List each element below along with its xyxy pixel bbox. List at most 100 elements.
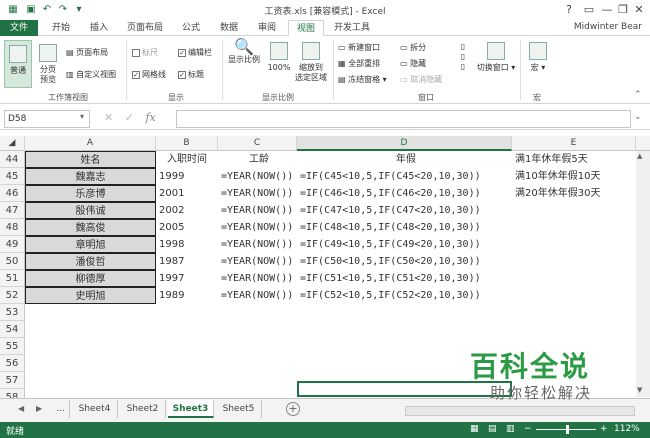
cell-b[interactable]: 1999 — [156, 168, 218, 185]
cell-a[interactable]: 章明旭 — [25, 236, 156, 253]
cell-d[interactable]: =IF(C52<10,5,IF(C52<20,10,30)) — [297, 287, 512, 304]
close-button[interactable]: ✕ — [630, 2, 648, 17]
row-header[interactable]: 50 — [0, 253, 25, 270]
arrange-all-button[interactable]: ▦ 全部重排 — [338, 58, 380, 69]
tab-insert[interactable]: 插入 — [82, 20, 116, 36]
cell-b[interactable]: 2001 — [156, 185, 218, 202]
formula-bar-checkbox[interactable]: ✓ 编辑栏 — [178, 47, 212, 58]
page-layout-view-button[interactable]: ▤ 页面布局 — [66, 47, 108, 58]
tab-data[interactable]: 数据 — [212, 20, 246, 36]
name-box-dropdown-icon[interactable]: ▾ — [80, 112, 84, 121]
cell-e[interactable]: 满1年休年假5天 — [512, 151, 636, 168]
cell-a[interactable] — [25, 338, 156, 355]
cell-b[interactable]: 1998 — [156, 236, 218, 253]
next-sheet-icon[interactable]: ▶ — [36, 404, 42, 413]
ruler-checkbox[interactable]: 标尺 — [132, 47, 158, 58]
page-layout-status-icon[interactable]: ▤ — [488, 424, 497, 434]
column-header-e[interactable]: E — [512, 136, 636, 151]
cell-b[interactable] — [156, 304, 218, 321]
cell-a[interactable] — [25, 321, 156, 338]
cell-d[interactable] — [297, 304, 512, 321]
cell-c[interactable]: =YEAR(NOW()) — [218, 270, 297, 287]
row-header[interactable]: 54 — [0, 321, 25, 338]
column-header-d[interactable]: D — [297, 136, 512, 151]
cell-e[interactable] — [512, 321, 636, 338]
cell-a[interactable]: 潘俊哲 — [25, 253, 156, 270]
cell-a[interactable]: 魏高俊 — [25, 219, 156, 236]
cell-a[interactable] — [25, 372, 156, 389]
new-window-button[interactable]: ▭ 新建窗口 — [338, 42, 380, 53]
normal-view-status-icon[interactable]: ▦ — [470, 424, 479, 434]
cell-d[interactable]: =IF(C51<10,5,IF(C51<20,10,30)) — [297, 270, 512, 287]
cell-e[interactable] — [512, 287, 636, 304]
cell-a[interactable] — [25, 304, 156, 321]
cell-e[interactable] — [512, 219, 636, 236]
cell-b[interactable] — [156, 321, 218, 338]
row-header[interactable]: 45 — [0, 168, 25, 185]
cell-b[interactable]: 1987 — [156, 253, 218, 270]
sheet-tab-sheet3[interactable]: Sheet3 — [168, 400, 214, 418]
cell-b[interactable]: 2005 — [156, 219, 218, 236]
hide-button[interactable]: ▭ 隐藏 — [400, 58, 426, 69]
cell-d[interactable]: =IF(C45<10,5,IF(C45<20,10,30)) — [297, 168, 512, 185]
row-header[interactable]: 55 — [0, 338, 25, 355]
cell-e[interactable] — [512, 270, 636, 287]
cell-d[interactable]: =IF(C49<10,5,IF(C49<20,10,30)) — [297, 236, 512, 253]
tab-home[interactable]: 开始 — [44, 20, 78, 36]
cell-c[interactable]: =YEAR(NOW()) — [218, 287, 297, 304]
zoom-level[interactable]: 112% — [614, 424, 640, 434]
vertical-scrollbar[interactable] — [636, 151, 650, 397]
cancel-icon[interactable]: ✕ — [104, 111, 113, 124]
ribbon-options-icon[interactable]: ▭ — [580, 2, 598, 17]
cell-d[interactable]: =IF(C46<10,5,IF(C46<20,10,30)) — [297, 185, 512, 202]
row-header[interactable]: 48 — [0, 219, 25, 236]
cell-c[interactable]: 工龄 — [218, 151, 297, 168]
view-side-by-side-icon[interactable]: ▯ ▯ ▯ — [456, 42, 470, 72]
cell-e[interactable]: 满20年休年假30天 — [512, 185, 636, 202]
row-header[interactable]: 56 — [0, 355, 25, 372]
page-break-status-icon[interactable]: ▥ — [506, 424, 515, 434]
unhide-button[interactable]: ▭ 取消隐藏 — [400, 74, 442, 85]
cell-e[interactable] — [512, 236, 636, 253]
cell-a[interactable]: 史明旭 — [25, 287, 156, 304]
tab-review[interactable]: 审阅 — [250, 20, 284, 36]
cell-b[interactable]: 1989 — [156, 287, 218, 304]
sheet-tab-sheet2[interactable]: Sheet2 — [120, 400, 166, 418]
cell-e[interactable] — [512, 304, 636, 321]
name-box[interactable]: D58 — [4, 110, 90, 128]
zoom-in-icon[interactable]: + — [600, 424, 608, 434]
zoom-out-icon[interactable]: − — [524, 424, 532, 434]
custom-views-button[interactable]: ▥ 自定义视图 — [66, 69, 116, 80]
column-header-a[interactable]: A — [25, 136, 156, 151]
column-header-b[interactable]: B — [156, 136, 218, 151]
cell-c[interactable]: =YEAR(NOW()) — [218, 253, 297, 270]
formula-input[interactable] — [176, 110, 631, 128]
row-header[interactable]: 53 — [0, 304, 25, 321]
cell-a[interactable]: 殷伟诚 — [25, 202, 156, 219]
cell-c[interactable] — [218, 338, 297, 355]
cell-d[interactable]: =IF(C47<10,5,IF(C47<20,10,30)) — [297, 202, 512, 219]
prev-sheet-icon[interactable]: ◀ — [18, 404, 24, 413]
scroll-down-icon[interactable]: ▼ — [637, 386, 642, 394]
cell-c[interactable] — [218, 321, 297, 338]
cell-c[interactable]: =YEAR(NOW()) — [218, 168, 297, 185]
zoom-100-button[interactable]: 100% — [266, 42, 292, 73]
cell-a[interactable]: 乐彦博 — [25, 185, 156, 202]
headings-checkbox[interactable]: ✓ 标题 — [178, 69, 204, 80]
cell-a[interactable]: 魏嘉志 — [25, 168, 156, 185]
macros-button[interactable]: 宏 ▾ — [524, 42, 552, 73]
gridlines-checkbox[interactable]: ✓ 网格线 — [132, 69, 166, 80]
cell-c[interactable] — [218, 372, 297, 389]
tab-formulas[interactable]: 公式 — [174, 20, 208, 36]
zoom-to-selection-button[interactable]: 缩放到 选定区域 — [294, 42, 328, 83]
cell-a[interactable] — [25, 355, 156, 372]
cell-b[interactable] — [156, 338, 218, 355]
sheet-tab-sheet5[interactable]: Sheet5 — [216, 400, 262, 418]
row-header[interactable]: 51 — [0, 270, 25, 287]
cell-c[interactable]: =YEAR(NOW()) — [218, 219, 297, 236]
collapse-ribbon-icon[interactable]: ⌃ — [634, 90, 642, 100]
cell-e[interactable] — [512, 253, 636, 270]
cell-c[interactable]: =YEAR(NOW()) — [218, 236, 297, 253]
scroll-up-icon[interactable]: ▲ — [637, 152, 642, 160]
row-header[interactable]: 52 — [0, 287, 25, 304]
